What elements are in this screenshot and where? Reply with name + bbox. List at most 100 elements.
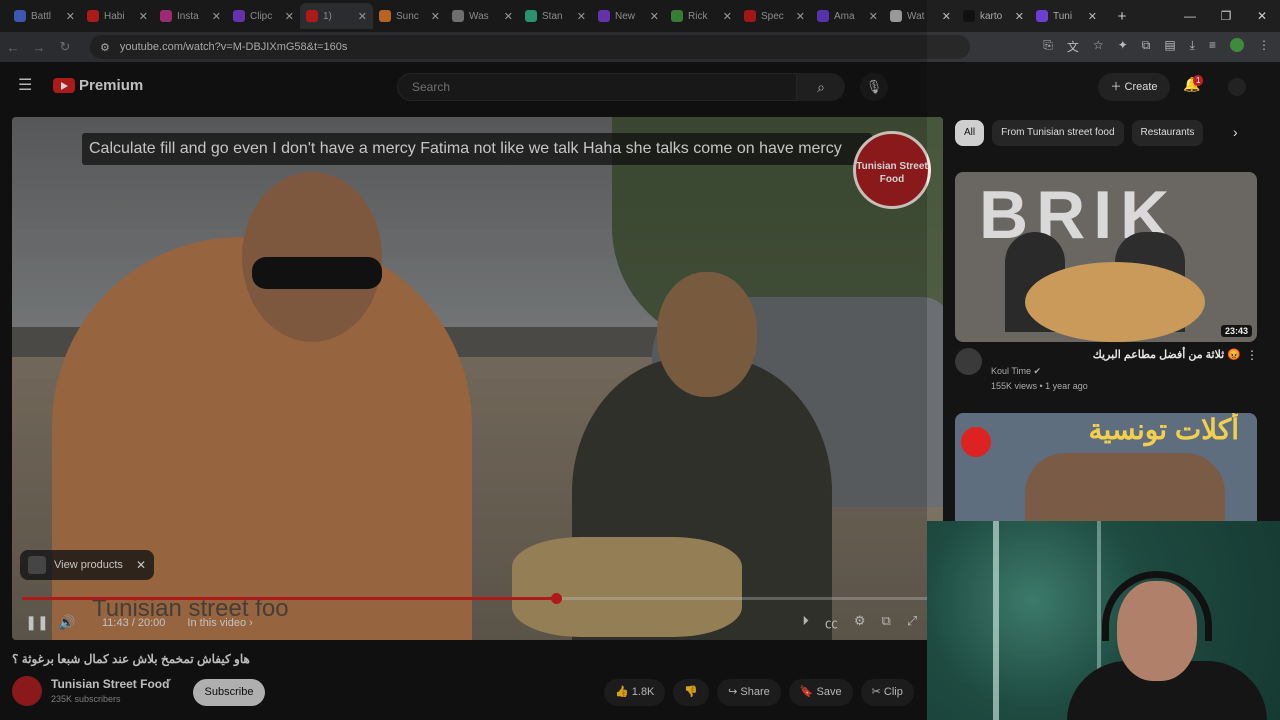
tab-close-icon[interactable]: ✕ bbox=[431, 10, 440, 23]
tab-close-icon[interactable]: ✕ bbox=[358, 10, 367, 23]
download-icon[interactable]: ⤓ bbox=[1190, 38, 1195, 55]
media-icon[interactable]: ≡ bbox=[1209, 38, 1216, 55]
bookmark-icon: 🔖 bbox=[799, 686, 814, 698]
tab-close-icon[interactable]: ✕ bbox=[796, 10, 805, 23]
miniplayer-icon[interactable]: ⧉ bbox=[882, 613, 891, 632]
tab-close-icon[interactable]: ✕ bbox=[650, 10, 659, 23]
settings-gear-icon[interactable]: ⚙ bbox=[854, 613, 866, 632]
browser-tab[interactable]: Sunc ✕ bbox=[373, 3, 446, 29]
browser-tab[interactable]: Spec ✕ bbox=[738, 3, 811, 29]
translate-icon[interactable]: 文 bbox=[1067, 38, 1079, 55]
browser-tab[interactable]: Ama ✕ bbox=[811, 3, 884, 29]
notification-count-badge: 1 bbox=[1193, 75, 1204, 86]
browser-tab[interactable]: Habi ✕ bbox=[81, 3, 154, 29]
tab-close-icon[interactable]: ✕ bbox=[723, 10, 732, 23]
volume-icon[interactable]: 🔊 bbox=[52, 614, 82, 631]
tab-close-icon[interactable]: ✕ bbox=[577, 10, 586, 23]
browser-tab[interactable]: Rick ✕ bbox=[665, 3, 738, 29]
view-products-button[interactable]: View products ✕ bbox=[20, 550, 154, 580]
youtube-logo[interactable]: Premium bbox=[53, 77, 143, 94]
tab-favicon-icon bbox=[890, 10, 902, 22]
chevron-right-icon[interactable]: › bbox=[1233, 124, 1238, 140]
browser-tab[interactable]: Tuni ✕ bbox=[1030, 3, 1103, 29]
captions-icon[interactable]: ㏄ bbox=[825, 613, 838, 632]
like-button[interactable]: 👍 1.8K bbox=[604, 679, 666, 706]
related-video-thumbnail[interactable]: BRIK 23:43 bbox=[955, 172, 1257, 342]
browser-tab[interactable]: Clipc ✕ bbox=[227, 3, 300, 29]
tab-favicon-icon bbox=[160, 10, 172, 22]
puzzle-icon[interactable]: ⧉ bbox=[1142, 38, 1151, 55]
minimize-icon[interactable]: — bbox=[1172, 0, 1208, 32]
channel-name[interactable]: Tunisian Street Food bbox=[51, 677, 169, 691]
tab-close-icon[interactable]: ✕ bbox=[66, 10, 75, 23]
forward-icon[interactable]: → bbox=[26, 40, 52, 55]
browser-tab[interactable]: 1) ✕ bbox=[300, 3, 373, 29]
search-icon[interactable]: ⌕ bbox=[797, 73, 845, 101]
thumbnail-title-text: أكلات تونسية bbox=[1088, 414, 1239, 445]
save-label: Save bbox=[816, 686, 842, 698]
browser-tab[interactable]: Was ✕ bbox=[446, 3, 519, 29]
menu-dots-icon[interactable]: ⋮ bbox=[1258, 38, 1270, 55]
tab-close-icon[interactable]: ✕ bbox=[1088, 10, 1097, 23]
channel-avatar[interactable] bbox=[955, 348, 982, 375]
maximize-icon[interactable]: ❐ bbox=[1208, 0, 1244, 32]
hamburger-menu-icon[interactable]: ☰ bbox=[18, 78, 34, 94]
reload-icon[interactable]: ↻ bbox=[52, 39, 78, 55]
video-player[interactable]: Calculate fill and go even I don't have … bbox=[12, 117, 943, 640]
related-video-channel[interactable]: Koul Time ✔ bbox=[991, 366, 1041, 377]
browser-tab[interactable]: Wat ✕ bbox=[884, 3, 957, 29]
video-title: هاو كيفاش تمخمخ بلاش عند كمال شبعا برغوث… bbox=[12, 652, 250, 666]
more-options-icon[interactable]: ⋮ bbox=[1246, 348, 1258, 362]
chip-restaurants[interactable]: Restaurants bbox=[1131, 120, 1204, 146]
bookmark-star-icon[interactable]: ☆ bbox=[1093, 38, 1104, 55]
dislike-button[interactable]: 👎 bbox=[673, 679, 710, 706]
profile-avatar[interactable] bbox=[1230, 38, 1244, 52]
create-button[interactable]: ＋ Create bbox=[1098, 73, 1170, 101]
channel-avatar[interactable] bbox=[12, 676, 42, 706]
tab-close-icon[interactable]: ✕ bbox=[504, 10, 513, 23]
search-input[interactable]: Search bbox=[397, 73, 797, 101]
browser-tab[interactable]: Battl ✕ bbox=[8, 3, 81, 29]
save-button[interactable]: 🔖 Save bbox=[788, 679, 853, 706]
subscribe-button[interactable]: Subscribe bbox=[193, 679, 265, 706]
related-video-meta[interactable]: 😡 ثلاثة من أفضل مطاعم البريك Koul Time ✔… bbox=[955, 348, 1260, 408]
chip-from-channel[interactable]: From Tunisian street food bbox=[992, 120, 1124, 146]
account-avatar[interactable] bbox=[1228, 78, 1246, 96]
extension-icon[interactable]: ✦ bbox=[1118, 38, 1128, 55]
sidepanel-icon[interactable]: ▤ bbox=[1164, 38, 1175, 55]
browser-toolbar-icons: ⎘ 文 ☆ ✦ ⧉ ▤ ⤓ ≡ ⋮ bbox=[1043, 38, 1270, 55]
new-tab-icon[interactable]: + bbox=[1111, 8, 1133, 25]
tab-close-icon[interactable]: ✕ bbox=[285, 10, 294, 23]
microphone-icon[interactable]: 🎙 bbox=[860, 73, 888, 101]
related-video-title[interactable]: 😡 ثلاثة من أفضل مطاعم البريك bbox=[991, 348, 1241, 361]
browser-tab[interactable]: Insta ✕ bbox=[154, 3, 227, 29]
related-video-thumbnail[interactable]: أكلات تونسية bbox=[955, 413, 1257, 523]
in-this-video-button[interactable]: In this video › bbox=[187, 617, 252, 629]
webcam-light-strip bbox=[993, 521, 999, 720]
back-icon[interactable]: ← bbox=[0, 40, 26, 55]
close-window-icon[interactable]: ✕ bbox=[1244, 0, 1280, 32]
pause-icon[interactable]: ❚❚ bbox=[22, 614, 52, 631]
close-icon[interactable]: ✕ bbox=[136, 558, 146, 572]
tab-close-icon[interactable]: ✕ bbox=[942, 10, 951, 23]
fullscreen-icon[interactable]: ⤢ bbox=[907, 613, 917, 632]
browser-tab[interactable]: Stan ✕ bbox=[519, 3, 592, 29]
tab-close-icon[interactable]: ✕ bbox=[139, 10, 148, 23]
autoplay-toggle-icon[interactable]: ⏵ bbox=[802, 613, 809, 632]
site-info-icon[interactable]: ⚙ bbox=[100, 41, 110, 54]
url-bar[interactable]: ⚙ youtube.com/watch?v=M-DBJIXmG58&t=160s bbox=[90, 35, 970, 59]
tab-close-icon[interactable]: ✕ bbox=[212, 10, 221, 23]
browser-tab[interactable]: New ✕ bbox=[592, 3, 665, 29]
share-button[interactable]: ↪ Share bbox=[717, 679, 781, 706]
progress-scrubber[interactable] bbox=[550, 593, 562, 604]
tab-close-icon[interactable]: ✕ bbox=[869, 10, 878, 23]
youtube-play-icon bbox=[53, 78, 75, 93]
tab-close-icon[interactable]: ✕ bbox=[1015, 10, 1024, 23]
clip-button[interactable]: ✂ Clip bbox=[860, 679, 914, 706]
install-icon[interactable]: ⎘ bbox=[1043, 38, 1053, 55]
browser-tab[interactable]: karto ✕ bbox=[957, 3, 1030, 29]
progress-bar[interactable] bbox=[22, 593, 933, 604]
tab-favicon-icon bbox=[525, 10, 537, 22]
subscriber-count: 235K subscribers bbox=[51, 694, 121, 704]
chip-all[interactable]: All bbox=[955, 120, 985, 146]
